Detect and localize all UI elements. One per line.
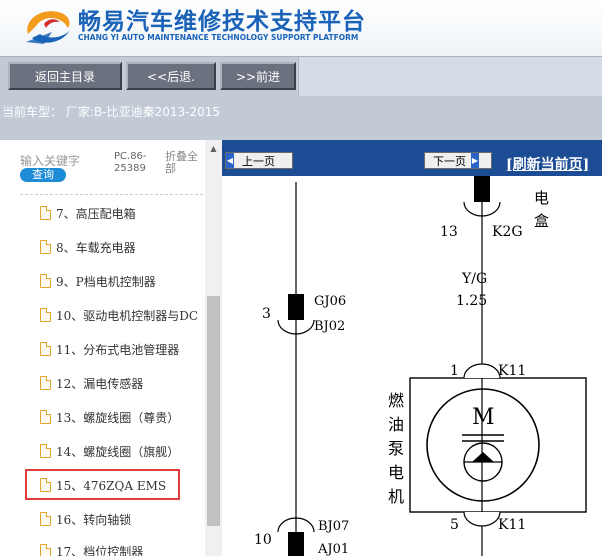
- top-pin: 13: [440, 224, 458, 240]
- pump-label-5: 机: [388, 487, 404, 506]
- toolbar: 返回主目录 <<后退. >>前进: [0, 56, 602, 96]
- current-model-value: 厂家:B-比亚迪秦2013-2015: [66, 105, 221, 119]
- document-icon: [40, 544, 51, 556]
- tree-item-label: 10、驱动电机控制器与DC: [56, 308, 199, 323]
- back-button[interactable]: <<后退.: [126, 62, 216, 90]
- wire-color: Y/G: [461, 271, 487, 287]
- document-icon: [40, 240, 51, 254]
- tree-item-label: 14、螺旋线圈（旗舰）: [56, 444, 180, 459]
- document-icon: [40, 206, 51, 220]
- tree-item[interactable]: 13、螺旋线圈（尊贵）: [40, 405, 210, 429]
- tree-item[interactable]: 9、P档电机控制器: [40, 269, 210, 293]
- logo-swirl-icon: [26, 11, 70, 44]
- wiring-diagram-svg: 3 GJ06 BJ02 10 BJ07 AJ01 电 盒 13 K2G Y/G …: [254, 176, 587, 560]
- tree-item[interactable]: 16、转向轴锁: [40, 507, 210, 531]
- pc-code: PC.86-25389: [114, 151, 147, 174]
- keyword-input[interactable]: 输入关键字: [20, 152, 80, 169]
- document-icon: [40, 376, 51, 390]
- left-conn2-bottom: AJ01: [317, 542, 349, 556]
- document-icon: [40, 512, 51, 526]
- pump-label-2: 油: [388, 415, 404, 434]
- pump-label-3: 泵: [388, 439, 404, 458]
- sidebar: 输入关键字 查询 PC.86-25389 折叠全部 7、高压配电箱 8、车载充电…: [0, 140, 222, 556]
- wire-size: 1.25: [456, 293, 487, 309]
- brand-subtitle: CHANG YI AUTO MAINTENANCE TECHNOLOGY SUP…: [78, 33, 359, 42]
- top-conn: K2G: [492, 224, 523, 240]
- document-icon: [40, 274, 51, 288]
- tree-item[interactable]: 11、分布式电池管理器: [40, 337, 210, 361]
- arrow-left-icon: ◀: [226, 153, 234, 168]
- document-icon: [40, 308, 51, 322]
- tree-item[interactable]: 7、高压配电箱: [40, 201, 210, 225]
- forward-button[interactable]: >>前进: [220, 62, 296, 90]
- home-button[interactable]: 返回主目录: [8, 62, 122, 90]
- tree-item-label: 12、漏电传感器: [56, 376, 144, 391]
- document-icon: [40, 342, 51, 356]
- tree-item-label: 16、转向轴锁: [56, 512, 132, 527]
- motor-letter: M: [472, 405, 495, 430]
- tree-item-label: 13、螺旋线圈（尊贵）: [56, 410, 180, 425]
- pump-top-conn: K11: [498, 363, 526, 379]
- arrow-right-icon: ▶: [471, 153, 479, 168]
- document-icon: [40, 444, 51, 458]
- tree-item-label: 11、分布式电池管理器: [56, 342, 180, 357]
- wiring-diagram: 3 GJ06 BJ02 10 BJ07 AJ01 电 盒 13 K2G Y/G …: [222, 176, 602, 560]
- left-conn2-top: BJ07: [318, 519, 349, 534]
- selection-highlight: [25, 469, 180, 500]
- current-model-label: 当前车型：: [2, 105, 63, 119]
- prev-page-button[interactable]: ◀ 上一页: [225, 152, 293, 169]
- tree-item[interactable]: 14、螺旋线圈（旗舰）: [40, 439, 210, 463]
- app-header: 畅易汽车维修技术支持平台 CHANG YI AUTO MAINTENANCE T…: [0, 0, 602, 56]
- pump-bottom-pin: 5: [450, 517, 459, 533]
- top-box-char2: 盒: [534, 212, 549, 230]
- tree-item[interactable]: 8、车载充电器: [40, 235, 210, 259]
- tree-item-label: 9、P档电机控制器: [56, 274, 156, 289]
- sidebar-scrollbar[interactable]: ▲: [205, 140, 222, 556]
- pump-label-1: 燃: [388, 391, 404, 410]
- current-model-bar: 当前车型： 厂家:B-比亚迪秦2013-2015: [0, 96, 602, 140]
- tree-item-label: 17、档位控制器: [56, 544, 144, 557]
- tree-item[interactable]: 17、档位控制器: [40, 539, 210, 556]
- triangle-up-icon[interactable]: ▲: [205, 140, 222, 157]
- tree-item[interactable]: 12、漏电传感器: [40, 371, 210, 395]
- tree-item-label: 8、车载充电器: [56, 240, 136, 255]
- left-conn1-pin: 3: [262, 306, 271, 322]
- top-box-char1: 电: [534, 189, 549, 207]
- left-conn1-top: GJ06: [314, 294, 346, 309]
- scroll-thumb[interactable]: [207, 296, 220, 526]
- viewer-nav-strip: ◀ 上一页 下一页 ▶ [刷新当前页]: [222, 140, 602, 176]
- refresh-page-link[interactable]: [刷新当前页]: [506, 154, 589, 174]
- pump-label-4: 电: [388, 463, 404, 482]
- pump-top-pin: 1: [450, 363, 459, 379]
- sidebar-search-area: 输入关键字 查询 PC.86-25389 折叠全部: [0, 140, 205, 192]
- tree-item[interactable]: 10、驱动电机控制器与DC: [40, 303, 210, 327]
- next-page-label: 下一页: [433, 154, 466, 168]
- brand-title: 畅易汽车维修技术支持平台: [78, 9, 366, 35]
- tree-item-label: 7、高压配电箱: [56, 206, 136, 221]
- prev-page-label: 上一页: [242, 154, 275, 168]
- sidebar-divider: [20, 194, 203, 195]
- next-page-button[interactable]: 下一页 ▶: [424, 152, 492, 169]
- search-button[interactable]: 查询: [20, 168, 66, 182]
- toolbar-filler: [298, 57, 602, 96]
- left-conn2-pin: 10: [254, 532, 272, 548]
- pump-bottom-conn: K11: [498, 517, 526, 533]
- left-conn1-bottom: BJ02: [314, 319, 345, 334]
- document-icon: [40, 410, 51, 424]
- collapse-all-button[interactable]: 折叠全部: [165, 151, 203, 175]
